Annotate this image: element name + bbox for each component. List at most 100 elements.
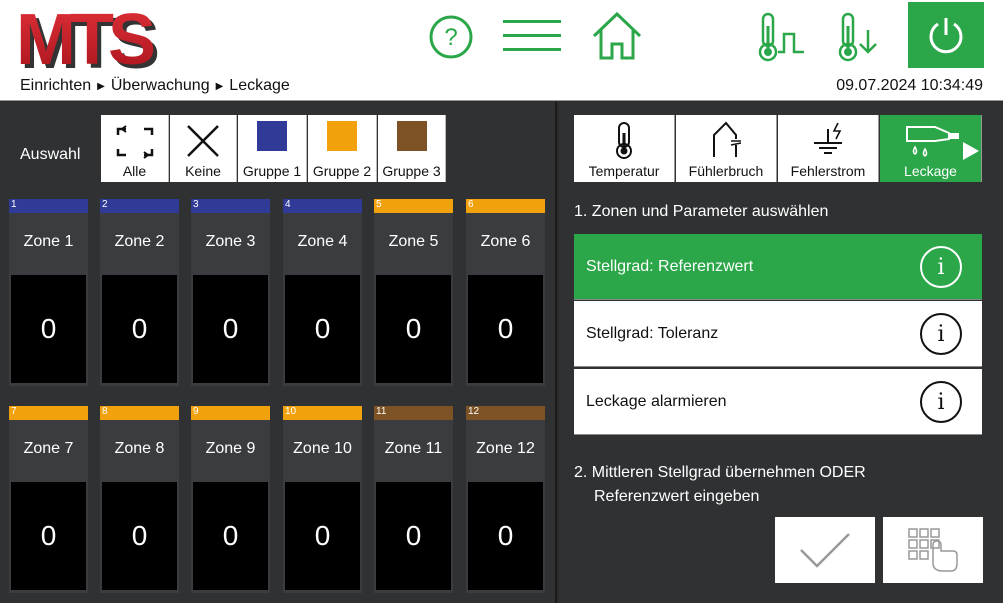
tab-fuehlerbruch[interactable]: Fühlerbruch — [676, 115, 777, 182]
confirm-button[interactable] — [775, 517, 875, 583]
zone-number: 10 — [285, 406, 297, 417]
zone-number: 8 — [102, 406, 108, 417]
mts-logo: MTS MTS — [14, 0, 184, 84]
param-label: Leckage alarmieren — [586, 392, 727, 410]
zone-number: 3 — [193, 199, 199, 210]
zone-tile[interactable]: 3 Zone 3 0 — [191, 199, 270, 386]
help-button[interactable]: ? — [428, 14, 474, 60]
group-2-swatch — [327, 121, 357, 151]
zone-tile[interactable]: 4 Zone 4 0 — [283, 199, 362, 386]
select-all-button[interactable]: Alle — [101, 115, 169, 182]
zone-tile[interactable]: 9 Zone 9 0 — [191, 406, 270, 593]
keypad-button[interactable] — [883, 517, 983, 583]
thermometer-pulse-button[interactable] — [758, 12, 806, 62]
breadcrumb-item-leckage: Leckage — [229, 77, 290, 94]
zone-group-bar — [191, 199, 270, 213]
power-button[interactable] — [908, 2, 984, 68]
step-2-text: 2. Mittleren Stellgrad übernehmen ODER — [574, 464, 866, 481]
selection-label: Auswahl — [20, 146, 81, 163]
keypad-icon — [908, 528, 958, 572]
zone-number: 2 — [102, 199, 108, 210]
breadcrumb-arrow-icon: ▶ — [97, 80, 105, 92]
breadcrumb-item-einrichten[interactable]: Einrichten — [20, 77, 91, 95]
zone-value: 0 — [102, 482, 177, 590]
zone-value: 0 — [285, 275, 360, 383]
info-icon[interactable]: i — [920, 381, 962, 423]
select-none-button[interactable]: Keine — [170, 115, 237, 182]
zone-name: Zone 9 — [205, 440, 256, 457]
menu-icon — [503, 20, 561, 51]
header-bar: MTS MTS Einrichten ▶ Überwachung ▶ Lecka… — [0, 0, 1003, 101]
param-stellgrad-referenzwert[interactable]: Stellgrad: Referenzwert i — [574, 234, 982, 300]
thermometer-pulse-icon — [758, 12, 804, 62]
zone-tile[interactable]: 6 Zone 6 0 — [466, 199, 545, 386]
zone-name: Zone 1 — [23, 233, 74, 250]
zone-tile[interactable]: 10 Zone 10 0 — [283, 406, 362, 593]
zone-group-bar — [100, 406, 179, 420]
zone-tile[interactable]: 11 Zone 11 0 — [374, 406, 453, 593]
param-label: Stellgrad: Toleranz — [586, 324, 719, 342]
param-stellgrad-toleranz[interactable]: Stellgrad: Toleranz i — [574, 301, 982, 367]
zone-name: Zone 5 — [388, 233, 439, 250]
group-1-button[interactable]: Gruppe 1 — [238, 115, 307, 182]
group-2-button[interactable]: Gruppe 2 — [308, 115, 377, 182]
group-1-label: Gruppe 1 — [242, 163, 302, 179]
tab-temperatur[interactable]: Temperatur — [574, 115, 675, 182]
tab-fuehlerbruch-label: Fühlerbruch — [688, 163, 764, 179]
zone-number: 12 — [468, 406, 480, 417]
cross-icon — [187, 125, 219, 157]
menu-button[interactable] — [503, 16, 561, 56]
leakage-icon — [905, 126, 959, 157]
zone-value: 0 — [376, 482, 451, 590]
zone-group-bar — [283, 199, 362, 213]
group-3-button[interactable]: Gruppe 3 — [378, 115, 446, 182]
zone-tile[interactable]: 2 Zone 2 0 — [100, 199, 179, 386]
zone-tile[interactable]: 12 Zone 12 0 — [466, 406, 545, 593]
zone-name: Zone 12 — [476, 440, 535, 457]
zone-value: 0 — [11, 482, 86, 590]
zone-tile[interactable]: 5 Zone 5 0 — [374, 199, 453, 386]
home-icon — [592, 11, 642, 60]
zone-tile[interactable]: 7 Zone 7 0 — [9, 406, 88, 593]
tab-temperatur-label: Temperatur — [588, 163, 660, 179]
zone-value: 0 — [193, 482, 268, 590]
zone-name: Zone 8 — [114, 440, 165, 457]
zone-panel: Auswahl Alle Keine Gruppe 1 Gruppe 2 Gru… — [0, 102, 557, 603]
group-3-swatch — [396, 121, 427, 151]
tab-fehlerstrom[interactable]: Fehlerstrom — [778, 115, 879, 182]
thermometer-icon — [616, 122, 632, 159]
zone-group-bar — [9, 406, 88, 420]
info-icon[interactable]: i — [920, 246, 962, 288]
param-label: Stellgrad: Referenzwert — [586, 257, 754, 275]
zone-group-bar — [100, 199, 179, 213]
zone-group-bar — [466, 199, 545, 213]
svg-text:?: ? — [444, 24, 457, 51]
info-icon[interactable]: i — [920, 313, 962, 355]
zone-value: 0 — [468, 482, 543, 590]
zone-name: Zone 2 — [114, 233, 165, 250]
tab-more-arrow-icon[interactable] — [961, 140, 981, 167]
zone-group-bar — [9, 199, 88, 213]
zone-value: 0 — [11, 275, 86, 383]
zone-name: Zone 6 — [480, 233, 531, 250]
zone-number: 6 — [468, 199, 474, 210]
zone-tile[interactable]: 1 Zone 1 0 — [9, 199, 88, 386]
step-1-text: 1. Zonen und Parameter auswählen — [574, 203, 829, 220]
thermometer-down-button[interactable] — [838, 12, 886, 62]
ground-fault-icon — [814, 122, 842, 154]
breadcrumb-item-ueberwachung[interactable]: Überwachung — [111, 77, 210, 95]
svg-text:MTS: MTS — [16, 8, 154, 76]
select-all-icon — [116, 125, 153, 159]
zone-tile[interactable]: 8 Zone 8 0 — [100, 406, 179, 593]
group-3-label: Gruppe 3 — [382, 163, 441, 179]
zone-name: Zone 7 — [23, 440, 74, 457]
zone-number: 11 — [376, 406, 387, 417]
zone-value: 0 — [102, 275, 177, 383]
home-button[interactable] — [590, 10, 644, 62]
param-leckage-alarmieren[interactable]: Leckage alarmieren i — [574, 369, 982, 435]
zone-number: 4 — [285, 199, 291, 210]
zone-name: Zone 3 — [205, 233, 256, 250]
group-1-swatch — [257, 121, 287, 151]
sensor-break-icon — [713, 121, 742, 157]
breadcrumb: Einrichten ▶ Überwachung ▶ Leckage — [20, 77, 290, 95]
